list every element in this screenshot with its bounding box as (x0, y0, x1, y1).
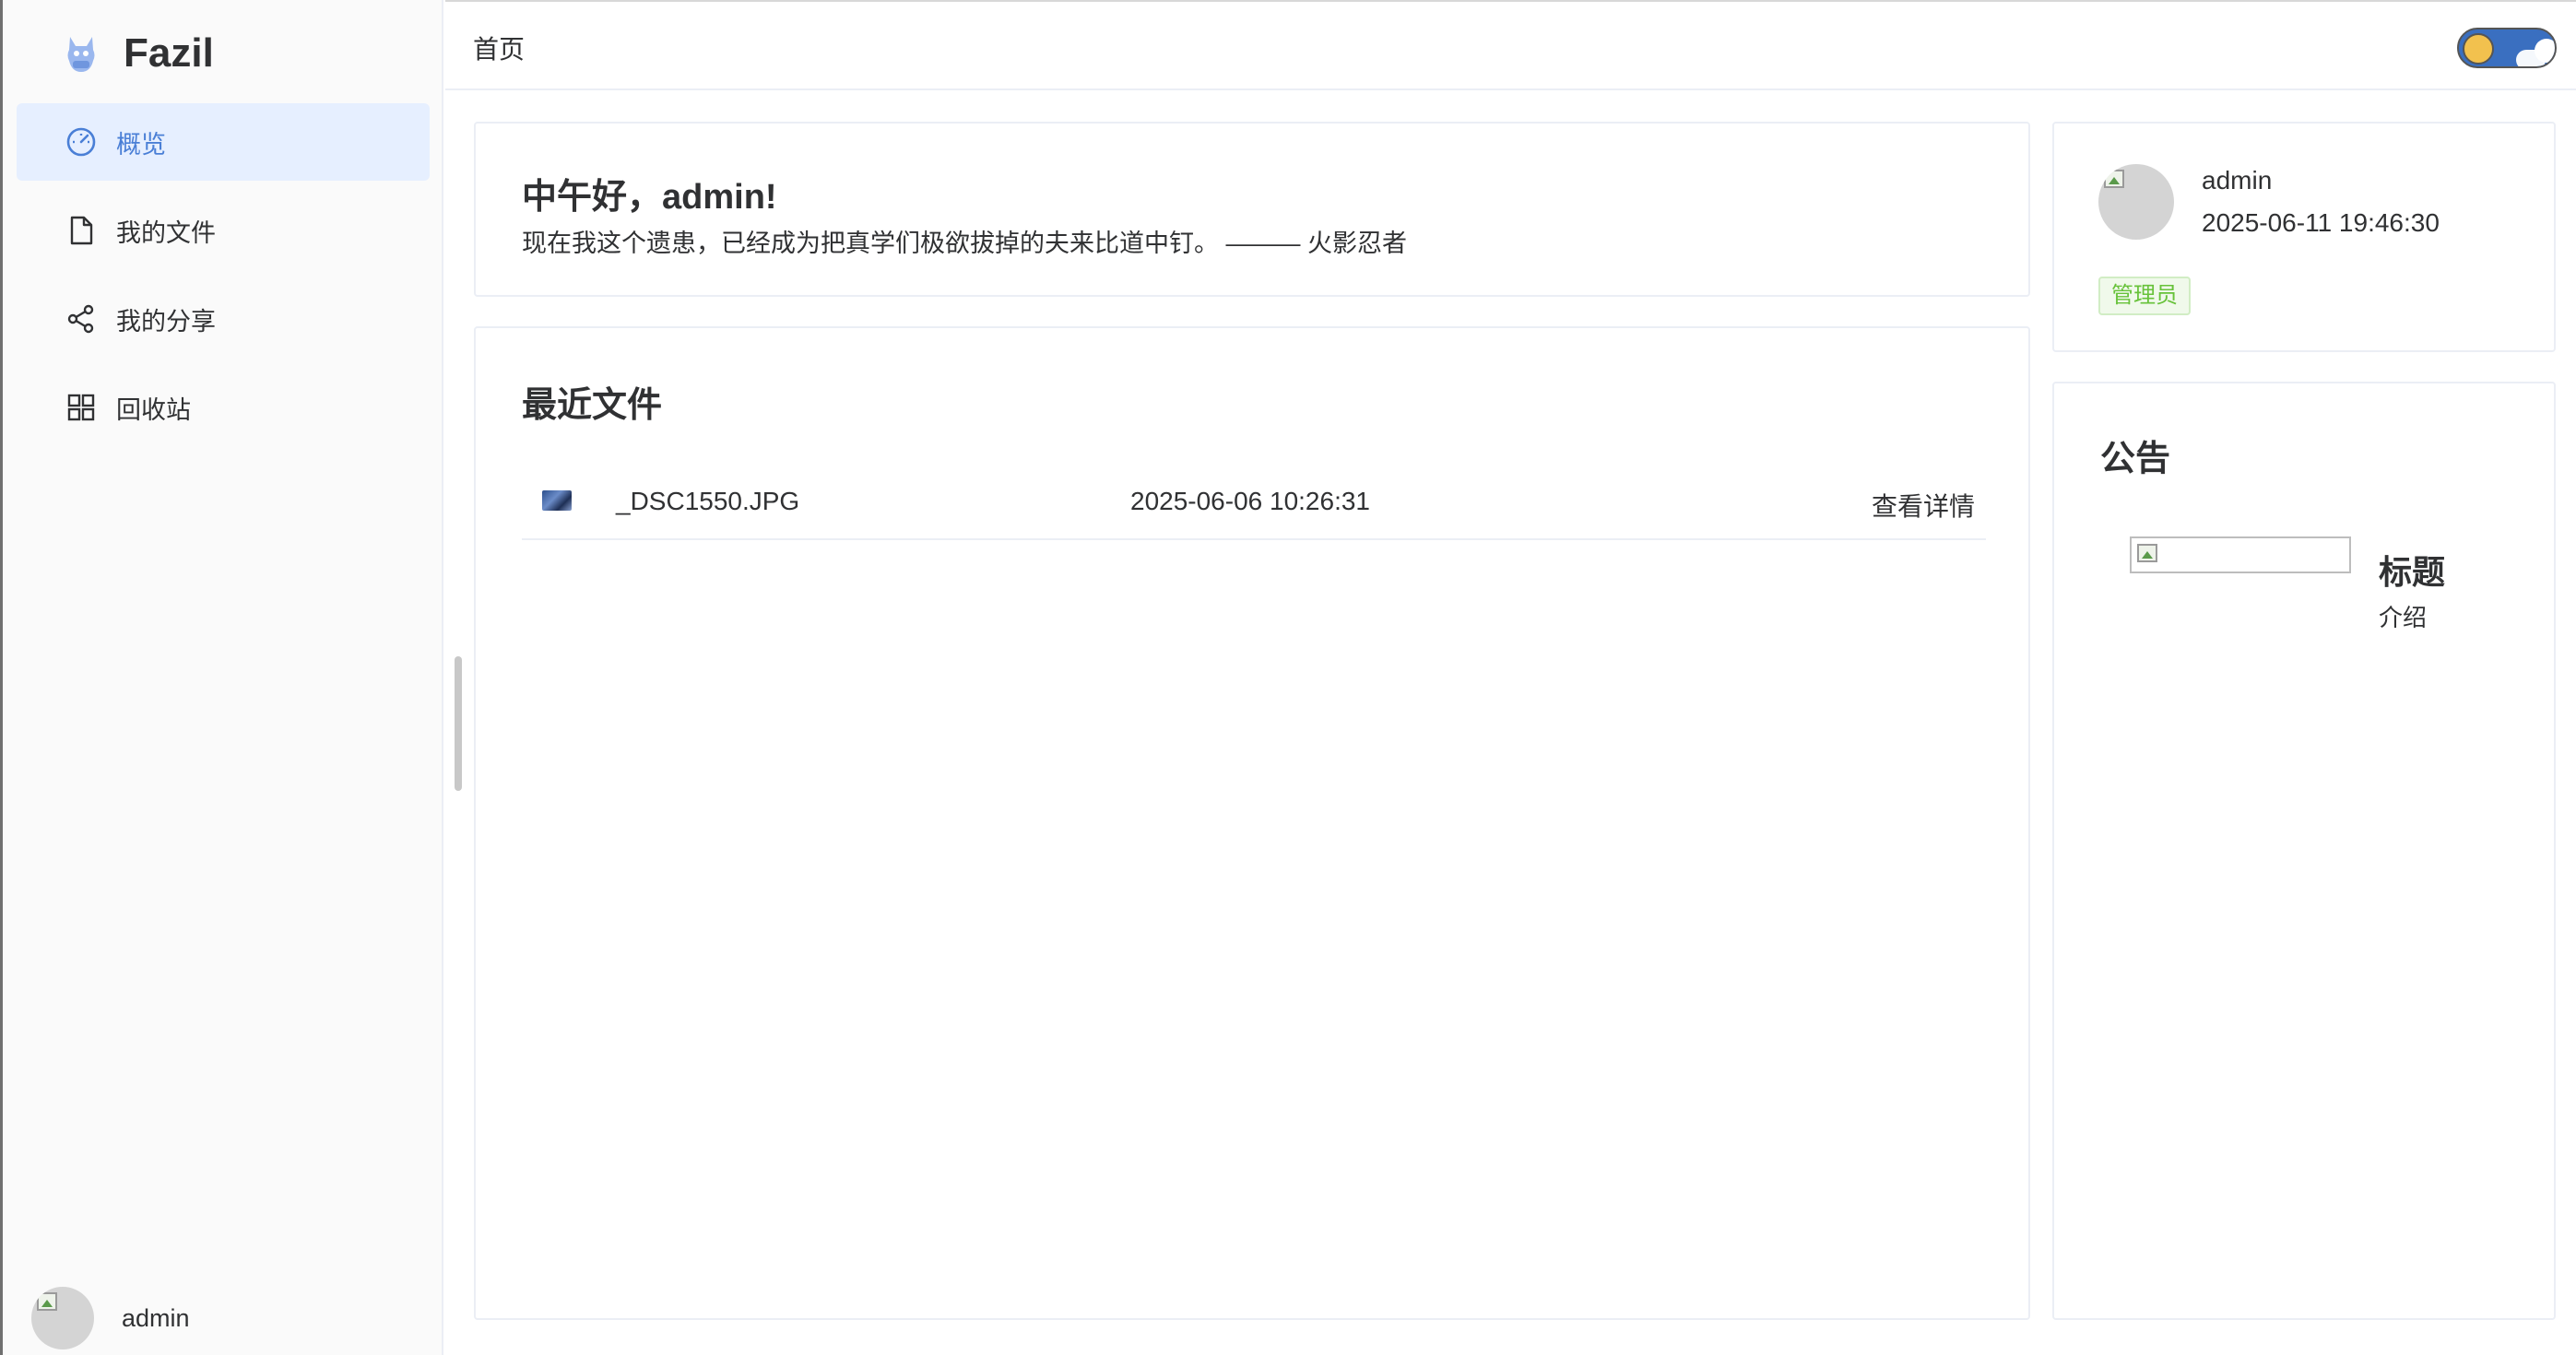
sidebar: Fazil 概览 我的文件 我的分享 回收站 admin (0, 0, 443, 1355)
notice-item-desc: 介绍 (2379, 604, 2428, 631)
notice-card: 公告 标题 介绍 (2052, 382, 2556, 1320)
sidebar-item-overview[interactable]: 概览 (17, 103, 430, 181)
sidebar-user[interactable]: admin (31, 1287, 190, 1349)
dashboard-icon (65, 125, 98, 159)
greeting-title: 中午好，admin! (522, 178, 777, 217)
avatar[interactable] (2098, 164, 2174, 240)
sidebar-scrollbar[interactable] (455, 656, 462, 791)
sidebar-item-my-shares[interactable]: 我的分享 (17, 280, 430, 358)
view-details-link[interactable]: 查看详情 (1872, 487, 1975, 524)
file-icon (65, 214, 98, 247)
share-icon (65, 302, 98, 336)
sidebar-item-recycle-bin[interactable]: 回收站 (17, 369, 430, 446)
sidebar-item-my-files[interactable]: 我的文件 (17, 192, 430, 269)
sidebar-item-label: 我的分享 (116, 307, 216, 336)
notice-item-title[interactable]: 标题 (2379, 546, 2445, 594)
role-badge: 管理员 (2098, 277, 2191, 315)
app-name: Fazil (124, 30, 214, 76)
broken-image-icon (2104, 170, 2124, 188)
cloud-icon (2535, 39, 2555, 63)
sidebar-item-label: 概览 (116, 130, 166, 159)
broken-image-icon (37, 1292, 57, 1311)
notice-image[interactable] (2130, 536, 2351, 573)
notice-title: 公告 (2100, 440, 2171, 478)
avatar[interactable] (31, 1287, 94, 1349)
broken-image-icon (2137, 544, 2157, 562)
window-edge (0, 0, 3, 1355)
image-thumbnail (542, 490, 572, 511)
file-name[interactable]: _DSC1550.JPG (616, 487, 799, 516)
top-header: 首页 (445, 0, 2576, 90)
brand[interactable]: Fazil (63, 26, 214, 81)
table-row[interactable]: _DSC1550.JPG 2025-06-06 10:26:31 查看详情 (522, 463, 1986, 540)
sidebar-item-label: 我的文件 (116, 218, 216, 247)
recent-files-title: 最近文件 (522, 386, 663, 425)
profile-card: admin 2025-06-11 19:46:30 管理员 (2052, 122, 2556, 352)
profile-time: 2025-06-11 19:46:30 (2202, 208, 2440, 237)
theme-toggle[interactable] (2457, 28, 2557, 68)
sidebar-item-label: 回收站 (116, 395, 191, 424)
breadcrumb[interactable]: 首页 (473, 29, 525, 66)
cat-logo-icon (63, 33, 100, 74)
sidebar-username: admin (122, 1303, 190, 1332)
welcome-card: 中午好，admin! 现在我这个遗患，已经成为把真学们极欲拔掉的夫来比道中钉。 … (474, 122, 2030, 297)
greeting-quote: 现在我这个遗患，已经成为把真学们极欲拔掉的夫来比道中钉。 ——— 火影忍者 (522, 230, 1408, 257)
recent-files-card: 最近文件 _DSC1550.JPG 2025-06-06 10:26:31 查看… (474, 326, 2030, 1320)
grid-icon (65, 391, 98, 424)
sun-icon (2463, 33, 2494, 65)
sidebar-menu: 概览 我的文件 我的分享 回收站 (17, 103, 430, 457)
profile-name: admin (2202, 166, 2273, 194)
file-date: 2025-06-06 10:26:31 (1130, 487, 1370, 515)
